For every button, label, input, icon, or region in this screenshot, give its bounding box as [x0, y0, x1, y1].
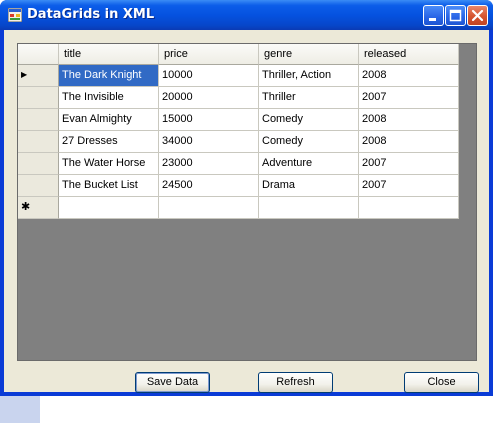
grid-cell-released[interactable]: 2008 — [359, 65, 459, 87]
row-header[interactable] — [18, 87, 59, 109]
new-row-cell-title[interactable] — [59, 197, 159, 219]
grid-cell-price[interactable]: 34000 — [159, 131, 259, 153]
close-window-button[interactable] — [467, 5, 488, 26]
close-button[interactable]: Close — [404, 372, 479, 393]
row-header[interactable] — [18, 153, 59, 175]
save-data-button[interactable]: Save Data — [135, 372, 210, 393]
grid-cell-title[interactable]: The Dark Knight — [59, 65, 159, 87]
new-row-cell-price[interactable] — [159, 197, 259, 219]
new-row-icon: ✱ — [21, 200, 31, 213]
grid-cell-price[interactable]: 15000 — [159, 109, 259, 131]
new-row-cell-genre[interactable] — [259, 197, 359, 219]
app-window: DataGrids in XML title price genre relea… — [0, 0, 493, 396]
new-row-cell-released[interactable] — [359, 197, 459, 219]
title-bar[interactable]: DataGrids in XML — [0, 0, 493, 30]
new-row-header[interactable]: ✱ — [18, 197, 59, 219]
close-icon — [471, 9, 484, 22]
refresh-button[interactable]: Refresh — [258, 372, 333, 393]
grid-cell-title[interactable]: The Invisible — [59, 87, 159, 109]
maximize-button[interactable] — [445, 5, 466, 26]
grid-cell-released[interactable]: 2008 — [359, 109, 459, 131]
grid-cell-genre[interactable]: Adventure — [259, 153, 359, 175]
column-header-released[interactable]: released — [359, 44, 459, 65]
grid-cell-title[interactable]: The Water Horse — [59, 153, 159, 175]
column-header-title[interactable]: title — [59, 44, 159, 65]
grid-corner-header[interactable] — [18, 44, 59, 65]
row-header[interactable]: ▶ — [18, 65, 59, 87]
current-row-indicator-icon: ▶ — [21, 70, 28, 79]
row-header[interactable] — [18, 131, 59, 153]
grid-cell-price[interactable]: 10000 — [159, 65, 259, 87]
grid-cell-title[interactable]: The Bucket List — [59, 175, 159, 197]
grid-cell-genre[interactable]: Drama — [259, 175, 359, 197]
grid-cell-title[interactable]: 27 Dresses — [59, 131, 159, 153]
grid-cell-price[interactable]: 20000 — [159, 87, 259, 109]
minimize-button[interactable] — [423, 5, 444, 26]
grid-cell-genre[interactable]: Comedy — [259, 131, 359, 153]
grid-cell-genre[interactable]: Comedy — [259, 109, 359, 131]
grid-cell-released[interactable]: 2007 — [359, 153, 459, 175]
grid-cell-released[interactable]: 2007 — [359, 87, 459, 109]
grid-cell-title[interactable]: Evan Almighty — [59, 109, 159, 131]
grid-cell-genre[interactable]: Thriller — [259, 87, 359, 109]
grid-cell-price[interactable]: 23000 — [159, 153, 259, 175]
grid-cell-price[interactable]: 24500 — [159, 175, 259, 197]
row-header[interactable] — [18, 175, 59, 197]
grid-cell-genre[interactable]: Thriller, Action — [259, 65, 359, 87]
data-grid[interactable]: title price genre released ▶ The Dark Kn… — [17, 43, 477, 361]
column-header-price[interactable]: price — [159, 44, 259, 65]
app-icon — [8, 8, 22, 22]
maximize-icon — [449, 9, 462, 22]
minimize-icon — [429, 18, 436, 21]
desktop-background — [0, 395, 40, 423]
column-header-genre[interactable]: genre — [259, 44, 359, 65]
window-title: DataGrids in XML — [27, 7, 155, 22]
grid-cell-released[interactable]: 2008 — [359, 131, 459, 153]
row-header[interactable] — [18, 109, 59, 131]
grid-cell-released[interactable]: 2007 — [359, 175, 459, 197]
client-area: title price genre released ▶ The Dark Kn… — [4, 30, 489, 393]
